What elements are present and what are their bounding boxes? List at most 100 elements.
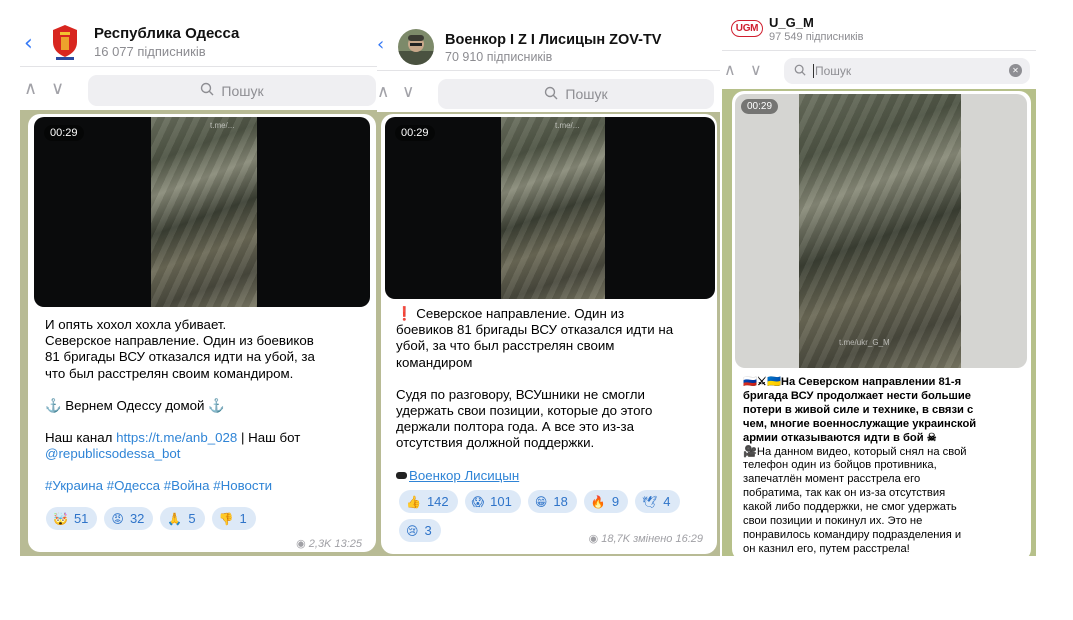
reaction-pill[interactable]: 😡 32 <box>104 507 154 530</box>
video-frame <box>501 117 605 299</box>
channel-panel-respublika-odessa: ‹ Республика Одесса 16 077 підписників ∧… <box>20 0 378 556</box>
channel-avatar[interactable] <box>398 29 434 65</box>
chevron-up-icon[interactable]: ∧ <box>24 78 37 99</box>
back-icon[interactable]: ‹ <box>377 34 384 55</box>
bot-link[interactable]: @republicsodessa_bot <box>45 446 365 462</box>
chevron-down-icon[interactable]: ∨ <box>51 78 64 99</box>
chevron-up-icon[interactable]: ∧ <box>724 60 736 79</box>
reaction-pill[interactable]: 🤯 51 <box>46 507 98 530</box>
text-line: командиром <box>396 354 473 370</box>
views-eye-icon: ◉ <box>296 537 306 550</box>
reaction-count: 5 <box>188 511 196 526</box>
video-duration-badge: 00:29 <box>44 125 84 141</box>
channel-header: ‹ Военкор I Z I Лисицын ZOV-TV 70 910 пі… <box>377 0 720 66</box>
author-link[interactable]: Военкор Лисицын <box>409 468 519 483</box>
reaction-pill[interactable]: 😁 18 <box>527 490 577 513</box>
hashtags[interactable]: #Украина #Одесса #Война #Новости <box>45 478 365 494</box>
search-input[interactable]: Пошук <box>438 79 714 109</box>
message-bubble[interactable]: 00:29 t.me/... И опять хохол хохла убива… <box>28 114 376 552</box>
reaction-emoji-icon: 👍 <box>406 494 421 509</box>
text-fragment: | Наш бот <box>237 430 301 446</box>
channel-link[interactable]: https://t.me/anb_028 <box>116 430 237 445</box>
reaction-emoji-icon: 🔥 <box>590 494 606 509</box>
video-thumbnail[interactable]: 00:29 t.me/... <box>385 117 715 299</box>
channel-header: UGM U_G_M 97 549 підписників <box>722 0 1036 66</box>
reaction-count: 142 <box>426 494 449 509</box>
text-line: чем, многие военнослужащие украинской <box>743 417 977 430</box>
chat-background: 00:29 t.me/... И опять хохол хохла убива… <box>20 110 378 556</box>
text-line: понравилось командиру подразделения и <box>743 528 962 541</box>
text-line: Наш канал https://t.me/anb_028 | Наш бот <box>45 430 365 446</box>
video-frame <box>151 117 257 307</box>
video-frame <box>799 94 961 368</box>
text-line: 81 бригады ВСУ отказался идти на убой, з… <box>45 349 315 365</box>
channel-title[interactable]: Военкор I Z I Лисицын ZOV-TV <box>445 32 661 48</box>
text-line: убой, за что был расстрелян своим <box>396 338 615 354</box>
reaction-pill[interactable]: 🕊 4 <box>635 490 680 513</box>
subscriber-count: 97 549 підписників <box>769 31 864 43</box>
text-cursor <box>813 64 814 78</box>
video-duration-badge: 00:29 <box>741 99 779 114</box>
reaction-pill[interactable]: 😱 101 <box>464 490 521 513</box>
chat-background: 00:29 t.me/... ❗ Северское направление. … <box>377 112 720 556</box>
reaction-pill[interactable]: 👍 142 <box>399 490 458 513</box>
message-bubble[interactable]: 00:29 t.me/... ❗ Северское направление. … <box>381 114 717 554</box>
channel-logo-text: UGM <box>735 23 759 34</box>
video-watermark: t.me/... <box>555 121 580 130</box>
reaction-pill[interactable]: 🙏 5 <box>160 507 205 530</box>
view-count: 18,7K <box>601 533 631 545</box>
text-line: он казнил его, путем расстрела! <box>743 542 910 555</box>
subscriber-count: 70 910 підписників <box>445 50 553 64</box>
reaction-pill[interactable]: 👎 1 <box>211 507 256 530</box>
text-line: держали полтора года. А все это из-за <box>396 419 634 435</box>
video-watermark: t.me/... <box>210 121 235 130</box>
chevron-down-icon[interactable]: ∨ <box>750 60 762 79</box>
message-time: 13:25 <box>334 538 362 550</box>
reaction-emoji-icon: 👎 <box>218 511 234 526</box>
text-line: ❗ Северское направление. Один из <box>396 306 625 321</box>
chat-background: 00:29 t.me/ukr_G_M 🇷🇺⚔🇺🇦На Северском нап… <box>722 89 1036 556</box>
search-input[interactable]: Пошук ✕ <box>784 58 1030 84</box>
message-meta: ◉ 2,3K 13:25 <box>296 537 362 550</box>
video-duration-badge: 00:29 <box>395 125 435 141</box>
reaction-count: 4 <box>663 494 671 509</box>
message-text: ❗ Северское направление. Один из боевико… <box>396 306 714 484</box>
channel-logo[interactable]: UGM <box>731 20 763 37</box>
reaction-count: 3 <box>424 523 432 538</box>
chevron-down-icon[interactable]: ∨ <box>402 82 414 102</box>
search-input[interactable]: Пошук <box>88 75 376 106</box>
text-line: побратима, так как он из-за отсутствия <box>743 487 946 500</box>
dot-icon <box>396 471 407 479</box>
back-icon[interactable]: ‹ <box>24 31 33 56</box>
video-thumbnail[interactable]: 00:29 t.me/... <box>34 117 370 307</box>
reaction-emoji-icon: 😁 <box>534 494 548 509</box>
search-placeholder: Пошук <box>221 82 264 99</box>
text-fragment: Наш канал <box>45 430 117 446</box>
text-line: какой либо поддержки, не смог удержать <box>743 501 957 514</box>
reactions-bar: 🤯 51 😡 32 🙏 5 👎 1 <box>46 507 366 530</box>
channel-avatar[interactable] <box>48 22 82 62</box>
reaction-pill[interactable]: 😢 3 <box>399 519 441 542</box>
reaction-emoji-icon: 😱 <box>471 494 485 509</box>
reaction-emoji-icon: 🤯 <box>53 511 68 526</box>
subscriber-count: 16 077 підписників <box>94 44 206 59</box>
chevron-up-icon[interactable]: ∧ <box>377 82 389 102</box>
message-time: змінено 16:29 <box>633 533 703 545</box>
reaction-emoji-icon: 🙏 <box>167 511 183 526</box>
views-eye-icon: ◉ <box>588 532 599 545</box>
message-bubble[interactable]: 00:29 t.me/ukr_G_M 🇷🇺⚔🇺🇦На Северском нап… <box>732 91 1031 556</box>
channel-panel-ugm: UGM U_G_M 97 549 підписників ∧ ∨ Пошук ✕… <box>722 0 1036 556</box>
channel-title[interactable]: Республика Одесса <box>94 25 239 42</box>
text-line: бригада ВСУ продолжает нести большие <box>743 389 971 402</box>
reaction-pill[interactable]: 🔥 9 <box>583 490 629 513</box>
reaction-emoji-icon: 😢 <box>406 523 419 538</box>
search-placeholder: Пошук <box>815 64 852 78</box>
video-watermark: t.me/ukr_G_M <box>839 338 890 347</box>
channel-title[interactable]: U_G_M <box>769 15 814 30</box>
video-thumbnail[interactable]: 00:29 t.me/ukr_G_M <box>735 94 1027 368</box>
reaction-count: 9 <box>611 494 620 509</box>
text-line: 🎥На данном видео, который снял на свой <box>743 445 967 458</box>
message-meta: ◉ 18,7K змінено 16:29 <box>589 532 703 545</box>
text-line: удержать свои позиции, которые до этого <box>396 403 653 419</box>
clear-search-icon[interactable]: ✕ <box>1009 64 1022 77</box>
